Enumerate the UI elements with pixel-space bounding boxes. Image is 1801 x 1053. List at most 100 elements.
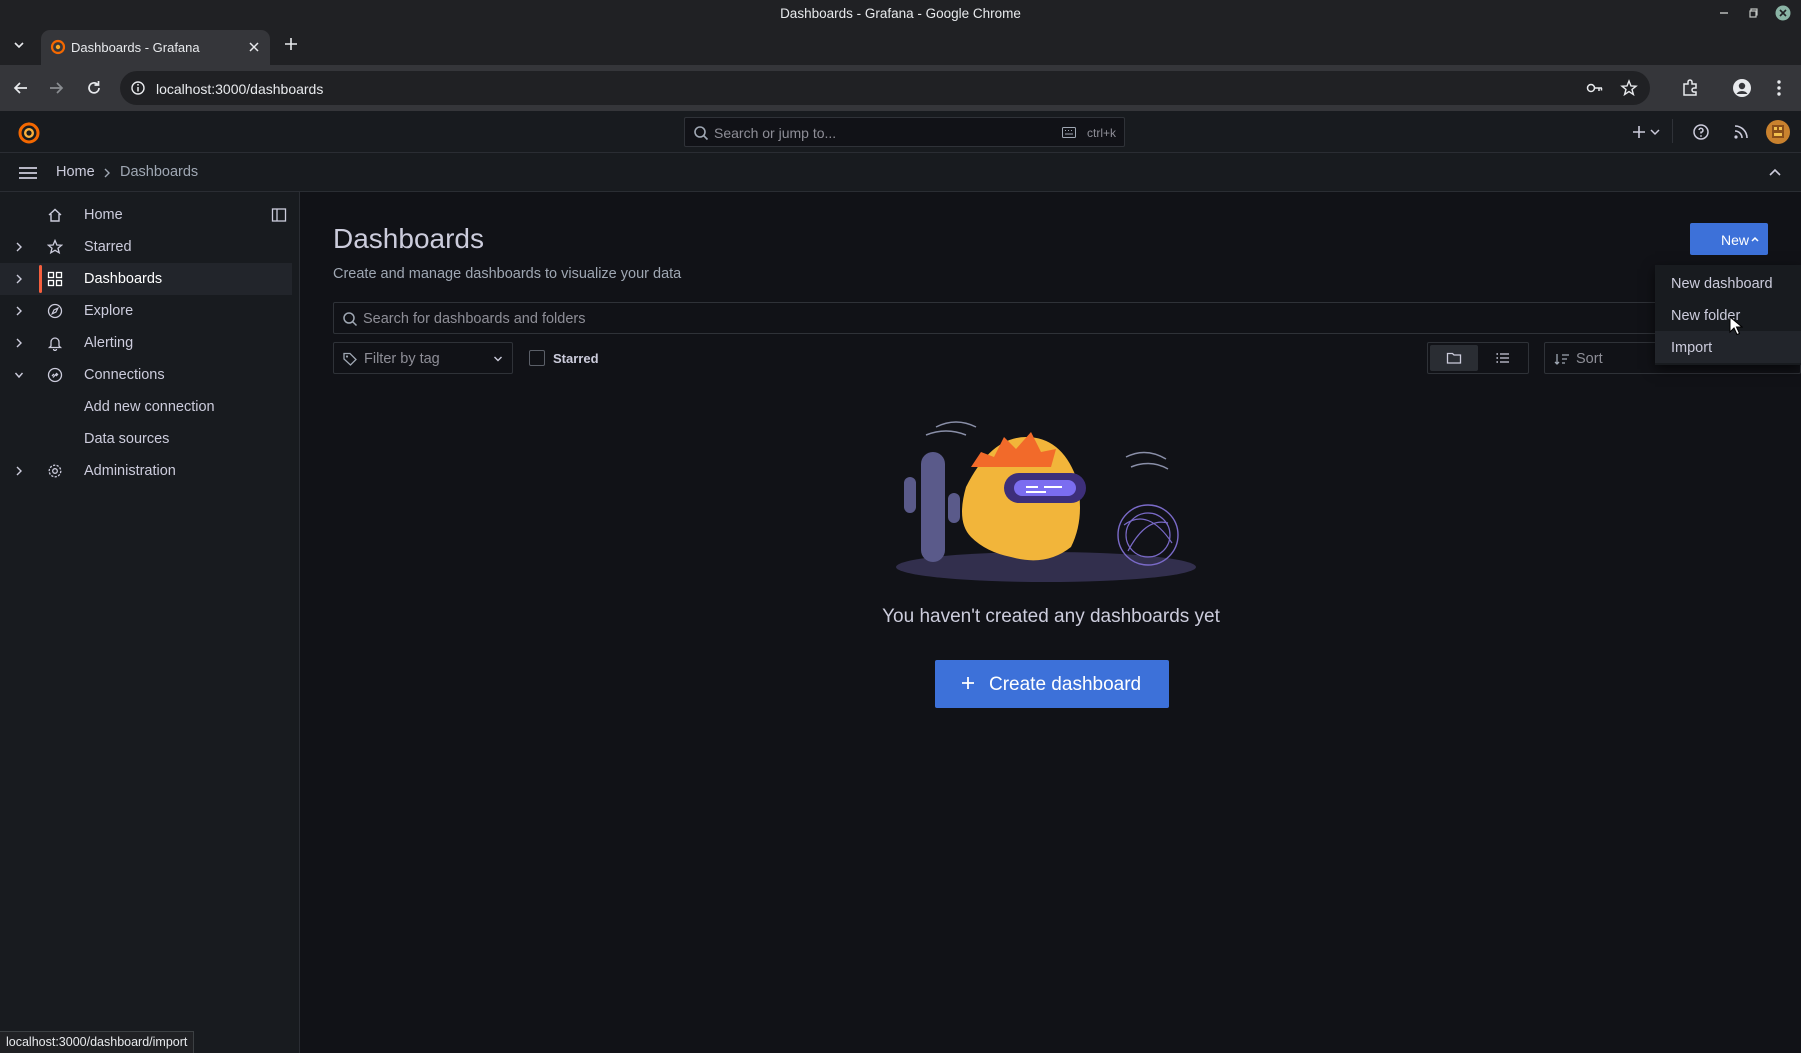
breadcrumb-home[interactable]: Home: [56, 164, 95, 180]
empty-state-illustration: [896, 407, 1206, 587]
menu-item-new-dashboard[interactable]: New dashboard: [1655, 267, 1801, 299]
sort-placeholder: Sort: [1576, 351, 1603, 367]
tab-search-icon[interactable]: [10, 36, 28, 54]
sidebar-item-administration[interactable]: Administration: [0, 455, 292, 487]
new-button-label: New: [1721, 232, 1750, 248]
sidebar-item-label: Connections: [84, 367, 165, 383]
chevron-right-icon[interactable]: [13, 464, 25, 478]
active-indicator: [39, 265, 42, 293]
empty-state-message: You haven't created any dashboards yet: [882, 606, 1220, 627]
back-icon[interactable]: [12, 79, 30, 97]
create-dashboard-button[interactable]: Create dashboard: [935, 660, 1169, 708]
compass-icon: [47, 303, 63, 319]
window-titlebar: Dashboards - Grafana - Google Chrome: [0, 0, 1801, 26]
dashboard-search-input[interactable]: Search for dashboards and folders: [333, 302, 1801, 334]
chevron-down-icon[interactable]: [13, 368, 25, 382]
forward-icon[interactable]: [47, 79, 65, 97]
breadcrumb-dashboards: Dashboards: [120, 164, 199, 180]
bookmark-star-icon[interactable]: [1620, 79, 1638, 97]
grafana-logo-icon[interactable]: [16, 119, 42, 145]
add-new-icon[interactable]: [1632, 123, 1662, 141]
main-content: Dashboards Create and manage dashboards …: [301, 192, 1801, 1053]
keyboard-icon: [1062, 127, 1076, 138]
chevron-right-icon[interactable]: [13, 304, 25, 318]
global-search-placeholder: Search or jump to...: [714, 125, 837, 141]
chrome-menu-icon[interactable]: [1771, 78, 1787, 98]
chevron-up-icon: [1750, 235, 1760, 243]
sidebar-item-alerting[interactable]: Alerting: [0, 327, 292, 359]
chevron-right-icon[interactable]: [13, 272, 25, 286]
sidebar-item-connections[interactable]: Connections: [0, 359, 292, 391]
minimize-icon[interactable]: [1715, 4, 1733, 22]
starred-checkbox-label[interactable]: Starred: [553, 351, 599, 366]
profile-icon[interactable]: [1732, 78, 1752, 98]
tab-strip: Dashboards - Grafana: [0, 26, 1801, 65]
browser-status-bar: localhost:3000/dashboard/import: [0, 1031, 195, 1053]
user-avatar[interactable]: [1765, 119, 1791, 145]
starred-checkbox[interactable]: [529, 350, 545, 366]
menu-item-new-folder[interactable]: New folder: [1655, 299, 1801, 331]
list-icon: [1495, 350, 1511, 366]
page-subtitle: Create and manage dashboards to visualiz…: [333, 266, 682, 282]
chevron-down-icon: [492, 353, 504, 365]
site-info-icon[interactable]: [130, 80, 146, 96]
view-toggle: [1427, 342, 1529, 374]
search-icon: [693, 125, 709, 141]
list-view-button[interactable]: [1480, 345, 1526, 371]
sidebar-nav: Home Starred Dashboards Explore Alerting…: [0, 192, 300, 1053]
menu-item-label: New dashboard: [1671, 276, 1773, 292]
sort-icon: [1554, 352, 1570, 366]
tab-close-icon[interactable]: [246, 39, 262, 55]
sidebar-item-label: Data sources: [84, 431, 170, 447]
page-title: Dashboards: [333, 223, 484, 254]
sidebar-item-home[interactable]: Home: [0, 199, 292, 231]
sidebar-item-dashboards[interactable]: Dashboards: [0, 263, 292, 295]
global-search-input[interactable]: Search or jump to... ctrl+k: [684, 117, 1125, 147]
sidebar-item-data-sources[interactable]: Data sources: [0, 423, 292, 455]
address-bar[interactable]: localhost:3000/dashboards: [120, 71, 1650, 105]
sidebar-item-label: Explore: [84, 303, 134, 319]
extensions-icon[interactable]: [1680, 78, 1700, 98]
menu-toggle-icon[interactable]: [18, 164, 38, 182]
new-button[interactable]: New: [1690, 223, 1768, 255]
apps-grid-icon: [47, 271, 63, 287]
dock-menu-icon[interactable]: [271, 207, 287, 223]
menu-item-import[interactable]: Import: [1655, 331, 1801, 363]
search-shortcut: ctrl+k: [1086, 126, 1116, 140]
news-rss-icon[interactable]: [1732, 123, 1750, 141]
folder-view-button[interactable]: [1430, 345, 1478, 371]
sidebar-item-explore[interactable]: Explore: [0, 295, 292, 327]
breadcrumb-separator-icon: [102, 166, 112, 180]
star-icon: [47, 239, 63, 255]
new-tab-icon[interactable]: [282, 35, 300, 53]
restore-icon[interactable]: [1745, 4, 1763, 22]
folder-icon: [1446, 350, 1462, 366]
tag-filter-placeholder: Filter by tag: [364, 351, 440, 367]
plus-icon: [961, 676, 975, 690]
connections-icon: [47, 367, 63, 383]
create-dashboard-label: Create dashboard: [989, 674, 1142, 695]
home-icon: [47, 207, 63, 223]
browser-tab-grafana[interactable]: Dashboards - Grafana: [41, 30, 270, 65]
tab-title: Dashboards - Grafana: [71, 40, 200, 55]
sidebar-item-add-new-connection[interactable]: Add new connection: [0, 391, 292, 423]
breadcrumb: Home Dashboards: [0, 153, 1801, 192]
dashboard-search-placeholder: Search for dashboards and folders: [363, 311, 586, 327]
password-key-icon[interactable]: [1586, 80, 1604, 96]
sidebar-item-starred[interactable]: Starred: [0, 231, 292, 263]
new-dropdown-menu: New dashboard New folder Import: [1655, 265, 1801, 365]
tag-filter-select[interactable]: Filter by tag: [333, 342, 513, 374]
grafana-favicon-icon: [50, 39, 66, 55]
browser-toolbar: localhost:3000/dashboards: [0, 65, 1801, 111]
window-title: Dashboards - Grafana - Google Chrome: [780, 6, 1021, 21]
sidebar-item-label: Home: [84, 207, 123, 223]
sidebar-item-label: Dashboards: [84, 271, 163, 287]
help-icon[interactable]: [1692, 123, 1710, 141]
chevron-right-icon[interactable]: [13, 336, 25, 350]
bell-icon: [47, 335, 63, 351]
search-icon: [342, 311, 358, 327]
reload-icon[interactable]: [85, 79, 103, 97]
collapse-chevron-up-icon[interactable]: [1767, 165, 1783, 181]
close-window-icon[interactable]: [1774, 4, 1792, 22]
chevron-right-icon[interactable]: [13, 240, 25, 254]
